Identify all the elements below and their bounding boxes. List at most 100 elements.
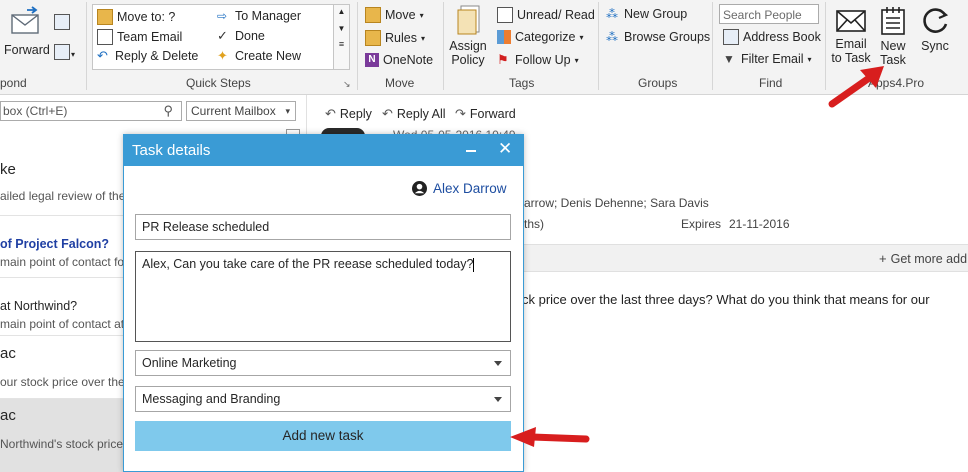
text-cursor bbox=[473, 257, 475, 272]
get-more-addins-button[interactable]: + Get more add bbox=[879, 251, 967, 266]
reply-icon: ↶ bbox=[325, 106, 336, 121]
find-group-label: Find bbox=[759, 76, 783, 90]
move-button[interactable]: Move ▾ bbox=[365, 7, 424, 23]
rules-button[interactable]: Rules ▾ bbox=[365, 30, 425, 46]
new-group-button[interactable]: ⁂ New Group bbox=[606, 7, 687, 21]
new-group-icon: ⁂ bbox=[606, 7, 618, 21]
search-icon[interactable]: ⚲ bbox=[163, 102, 173, 120]
new-task-button[interactable]: New Task bbox=[874, 6, 912, 67]
group-divider bbox=[357, 2, 358, 90]
group-divider bbox=[598, 2, 599, 90]
browse-groups-icon: ⁂ bbox=[606, 30, 618, 44]
dropdown-caret-icon bbox=[494, 361, 502, 366]
dropdown-caret-icon: ▾ bbox=[574, 55, 579, 65]
categorize-icon bbox=[497, 30, 511, 44]
team-email-icon bbox=[97, 29, 113, 45]
move-folder-icon bbox=[97, 9, 113, 25]
close-icon[interactable]: ✕ bbox=[498, 139, 512, 159]
quick-steps-scrollbar[interactable]: ▲ ▼ ≡ bbox=[333, 5, 349, 69]
quickstep-to-manager[interactable]: ⇨ To Manager bbox=[217, 9, 301, 23]
address-book-icon bbox=[723, 29, 739, 45]
assign-policy-button[interactable]: Assign Policy bbox=[449, 4, 491, 67]
move-icon bbox=[365, 7, 381, 23]
forward-label: Forward bbox=[4, 43, 50, 57]
address-book-button[interactable]: Address Book bbox=[723, 29, 821, 45]
scroll-down-icon[interactable]: ▼ bbox=[334, 24, 349, 33]
user-name: Alex Darrow bbox=[433, 181, 507, 196]
forward-arrow-icon: ↷ bbox=[455, 106, 466, 121]
expand-gallery-icon[interactable]: ≡ bbox=[334, 39, 349, 49]
user-avatar-icon bbox=[412, 181, 427, 196]
more-respond-icon[interactable] bbox=[54, 44, 70, 60]
checkmark-icon: ✓ bbox=[217, 28, 228, 43]
subcategory-select[interactable]: Messaging and Branding bbox=[135, 386, 511, 412]
sync-icon bbox=[923, 8, 949, 33]
quickstep-create-new[interactable]: ✦ Create New bbox=[217, 48, 301, 64]
ribbon: Forward ▾ pond Move to: ? Team Email ↶ R… bbox=[0, 0, 968, 95]
browse-groups-button[interactable]: ⁂ Browse Groups bbox=[606, 30, 710, 44]
task-description-textarea[interactable]: Alex, Can you take care of the PR reease… bbox=[135, 251, 511, 342]
rules-icon bbox=[365, 30, 381, 46]
dropdown-caret-icon: ▾ bbox=[807, 54, 812, 64]
dialog-title-bar: Task details ✕ bbox=[124, 135, 523, 166]
forward-envelope-icon bbox=[11, 6, 39, 34]
expires-date: 21-11-2016 bbox=[729, 217, 790, 231]
filter-email-button[interactable]: ▼ Filter Email ▾ bbox=[723, 52, 812, 66]
dropdown-caret-icon: ▾ bbox=[419, 10, 424, 20]
reply-button[interactable]: ↶ Reply bbox=[325, 106, 372, 122]
task-details-dialog: Task details ✕ Alex Darrow PR Release sc… bbox=[123, 134, 524, 472]
respond-group-label: pond bbox=[0, 76, 27, 90]
follow-up-button[interactable]: ⚑ Follow Up ▾ bbox=[497, 52, 579, 68]
im-icon[interactable] bbox=[54, 14, 70, 30]
reply-all-button[interactable]: ↶ Reply All bbox=[382, 106, 446, 122]
tags-group-label: Tags bbox=[509, 76, 535, 90]
filter-funnel-icon: ▼ bbox=[723, 52, 735, 66]
dropdown-caret-icon bbox=[494, 397, 502, 402]
unread-envelope-icon bbox=[497, 7, 513, 23]
dialog-title: Task details bbox=[132, 142, 211, 159]
assign-policy-icon bbox=[457, 5, 480, 35]
categorize-button[interactable]: Categorize ▾ bbox=[497, 30, 583, 44]
current-user[interactable]: Alex Darrow bbox=[412, 181, 507, 196]
search-mailbox-input[interactable]: box (Ctrl+E) ⚲ bbox=[0, 101, 182, 121]
minimize-icon[interactable] bbox=[466, 150, 476, 152]
quickstep-team-email[interactable]: Team Email bbox=[97, 29, 182, 45]
group-divider bbox=[86, 2, 87, 90]
group-divider bbox=[443, 2, 444, 90]
scroll-up-icon[interactable]: ▲ bbox=[334, 7, 349, 16]
move-group-label: Move bbox=[385, 76, 415, 90]
dropdown-caret-icon: ▾ bbox=[420, 33, 425, 43]
more-respond-caret-icon[interactable]: ▾ bbox=[71, 50, 75, 59]
dropdown-caret-icon: ▾ bbox=[285, 106, 290, 116]
quickstep-move-to[interactable]: Move to: ? bbox=[97, 9, 175, 25]
search-people-input[interactable]: Search People bbox=[719, 4, 819, 24]
dropdown-caret-icon: ▾ bbox=[579, 32, 584, 42]
plus-icon: + bbox=[879, 251, 887, 266]
annotation-arrow-icon bbox=[510, 427, 590, 447]
reply-all-icon: ↶ bbox=[382, 106, 393, 121]
reply-delete-icon: ↶ bbox=[97, 48, 108, 63]
forward-message-button[interactable]: ↷ Forward bbox=[455, 106, 516, 122]
sync-button[interactable]: Sync bbox=[917, 6, 953, 53]
unread-read-button[interactable]: Unread/ Read bbox=[497, 7, 595, 23]
dialog-launcher-icon[interactable]: ↘ bbox=[343, 79, 351, 90]
retention-policy: ths) bbox=[524, 217, 545, 231]
add-new-task-button[interactable]: Add new task bbox=[135, 421, 511, 451]
message-recipients: arrow; Denis Dehenne; Sara Davis bbox=[524, 196, 709, 210]
flag-icon: ⚑ bbox=[497, 52, 509, 67]
new-task-icon bbox=[881, 7, 905, 35]
groups-group-label: Groups bbox=[638, 76, 678, 90]
email-to-task-button[interactable]: Email to Task bbox=[829, 8, 873, 65]
quickstep-reply-delete[interactable]: ↶ Reply & Delete bbox=[97, 48, 198, 64]
forward-button[interactable]: Forward bbox=[4, 6, 50, 57]
category-select[interactable]: Online Marketing bbox=[135, 350, 511, 376]
quickstep-done[interactable]: ✓ Done bbox=[217, 28, 265, 44]
task-title-input[interactable]: PR Release scheduled bbox=[135, 214, 511, 240]
to-manager-icon: ⇨ bbox=[217, 9, 228, 23]
onenote-button[interactable]: N OneNote bbox=[365, 53, 433, 67]
create-new-icon: ✦ bbox=[217, 48, 228, 63]
expires-label: Expires bbox=[681, 217, 722, 231]
quick-steps-gallery: Move to: ? Team Email ↶ Reply & Delete ⇨… bbox=[92, 4, 350, 70]
mailbox-scope-select[interactable]: Current Mailbox ▾ bbox=[186, 101, 296, 121]
message-body: ck price over the last three days? What … bbox=[522, 292, 930, 307]
